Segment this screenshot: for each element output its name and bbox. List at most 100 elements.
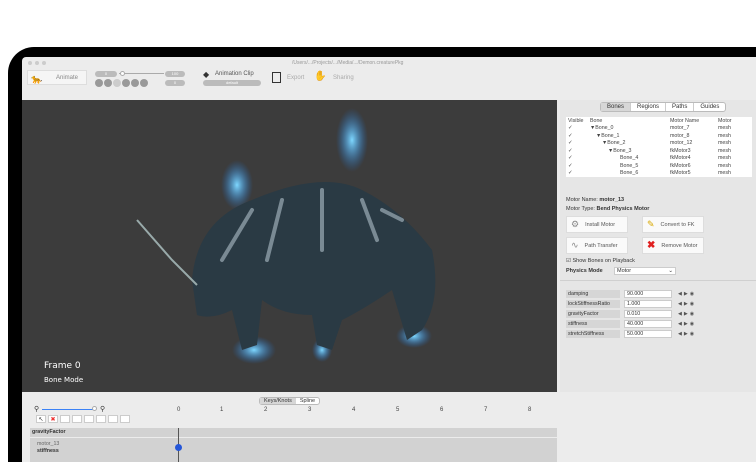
timer-icon[interactable]: [108, 415, 118, 423]
table-row[interactable]: ✓ ▼Bone_2 motor_12 mesh: [566, 140, 752, 148]
line-icon[interactable]: [96, 415, 106, 423]
copy-icon[interactable]: [60, 415, 70, 423]
label: Path Transfer: [584, 242, 618, 249]
tick-label: 8: [528, 407, 532, 413]
motor-name: motor_12: [670, 140, 693, 147]
physics-mode-select[interactable]: Motor ⌄: [614, 267, 676, 275]
bone-name: ▼Bone_1: [596, 132, 620, 139]
zoom-out-icon[interactable]: ⚲: [34, 405, 39, 413]
last-frame-button[interactable]: [131, 79, 139, 87]
select-tool-icon[interactable]: ↖: [36, 415, 46, 423]
table-row[interactable]: ✓ Bone_4 fkMotor4 mesh: [566, 155, 752, 163]
bone-name: ▼Bone_2: [602, 140, 626, 147]
tab-bones[interactable]: Bones: [601, 103, 632, 111]
visible-checkbox[interactable]: ✓: [566, 125, 588, 133]
canvas-viewport[interactable]: Frame 0 Bone Mode: [22, 100, 557, 392]
key-arrows-icon[interactable]: ◀▶◉: [678, 311, 696, 317]
tab-regions[interactable]: Regions: [631, 103, 667, 111]
col-visible[interactable]: Visible: [566, 117, 588, 125]
visible-checkbox[interactable]: ✓: [566, 147, 588, 155]
clipboard-icon[interactable]: [84, 415, 94, 423]
path-transfer-button[interactable]: ∿ Path Transfer: [566, 237, 628, 254]
motor-name: motor_8: [670, 132, 690, 139]
label: Motor Name:: [566, 197, 598, 203]
prop-value-input[interactable]: 0.010: [624, 310, 672, 318]
prop-value-input[interactable]: 40.000: [624, 320, 672, 328]
key-arrows-icon[interactable]: ◀▶◉: [678, 331, 696, 337]
window-controls[interactable]: [28, 61, 46, 65]
prev-frame-button[interactable]: [104, 79, 112, 87]
prop-row: stiffness 40.000 ◀▶◉: [566, 320, 746, 328]
prop-row: stretchStiffness 50.000 ◀▶◉: [566, 330, 746, 338]
col-motor-name[interactable]: Motor Name: [668, 117, 716, 125]
next-frame-button[interactable]: [122, 79, 130, 87]
title-bar: /Users/.../Projects/.../Media/.../Demon.…: [22, 57, 756, 69]
prop-value-input[interactable]: 50.000: [624, 330, 672, 338]
show-bones-checkbox[interactable]: ☑ Show Bones on Playback: [566, 258, 635, 264]
tab-keys-knots[interactable]: Keys/Knots: [260, 398, 296, 404]
export-button[interactable]: Export: [287, 75, 304, 81]
track-row[interactable]: motor_13 stiffness: [30, 438, 557, 462]
motor-name: motor_7: [670, 125, 690, 132]
zoom-slider-handle[interactable]: [92, 406, 97, 411]
motor-type: mesh: [718, 140, 731, 147]
bone-name: Bone_6: [620, 170, 639, 177]
timeline-tabs: Keys/Knots Spline: [259, 397, 321, 405]
keyframe-point[interactable]: [175, 444, 182, 451]
prop-value-input[interactable]: 90.000: [624, 290, 672, 298]
tab-spline[interactable]: Spline: [296, 398, 319, 404]
fit-icon[interactable]: [120, 415, 130, 423]
motor-type-row: Motor Type: Bend Physics Motor: [566, 206, 649, 212]
remove-motor-button[interactable]: ✖ Remove Motor: [642, 237, 704, 254]
visible-checkbox[interactable]: ✓: [566, 170, 588, 178]
table-row[interactable]: ✓ ▼Bone_0 motor_7 mesh: [566, 125, 752, 133]
delete-key-icon[interactable]: ✖: [48, 415, 58, 423]
value: Motor: [617, 268, 632, 274]
sharing-button[interactable]: Sharing: [333, 75, 354, 81]
table-row[interactable]: ✓ Bone_5 fkMotor6 mesh: [566, 162, 752, 170]
mode-selector[interactable]: 🐆 Animate: [27, 70, 87, 85]
visible-checkbox[interactable]: ✓: [566, 140, 588, 148]
prop-value-input[interactable]: 1.000: [624, 300, 672, 308]
tab-guides[interactable]: Guides: [694, 103, 725, 111]
clip-select[interactable]: default: [203, 80, 261, 86]
table-row[interactable]: ✓ ▼Bone_3 fkMotor3 mesh: [566, 147, 752, 155]
motor-type: mesh: [718, 170, 731, 177]
paste-icon[interactable]: [72, 415, 82, 423]
curve-icon: ∿: [571, 240, 579, 250]
tick-label: 1: [220, 407, 224, 413]
sharing-icon[interactable]: ✋: [314, 71, 326, 82]
key-arrows-icon[interactable]: ◀▶◉: [678, 301, 696, 307]
range-start[interactable]: 0: [95, 71, 117, 77]
key-arrows-icon[interactable]: ◀▶◉: [678, 321, 696, 327]
export-icon[interactable]: [272, 72, 281, 83]
slider-handle[interactable]: [120, 71, 125, 76]
visible-checkbox[interactable]: ✓: [566, 162, 588, 170]
zoom-slider[interactable]: [42, 409, 94, 410]
range-end[interactable]: 100: [165, 71, 185, 77]
convert-to-fk-button[interactable]: ✎ Convert to FK: [642, 216, 704, 233]
loop-button[interactable]: [140, 79, 148, 87]
col-motor[interactable]: Motor: [716, 117, 752, 125]
time-slider[interactable]: [119, 73, 164, 74]
tab-paths[interactable]: Paths: [666, 103, 695, 111]
motor-type: mesh: [718, 147, 731, 154]
play-button[interactable]: [113, 79, 121, 87]
frame-field[interactable]: 0: [165, 80, 185, 86]
motor-type: mesh: [718, 125, 731, 132]
visible-checkbox[interactable]: ✓: [566, 132, 588, 140]
key-arrows-icon[interactable]: ◀▶◉: [678, 291, 696, 297]
zoom-in-icon[interactable]: ⚲: [100, 405, 105, 413]
tick-label: 5: [396, 407, 400, 413]
col-bone[interactable]: Bone: [588, 117, 668, 125]
first-frame-button[interactable]: [95, 79, 103, 87]
tick-label: 3: [308, 407, 312, 413]
visible-checkbox[interactable]: ✓: [566, 155, 588, 163]
playback-controls: [95, 79, 149, 89]
table-row[interactable]: ✓ Bone_6 fkMotor5 mesh: [566, 170, 752, 178]
table-row[interactable]: ✓ ▼Bone_1 motor_8 mesh: [566, 132, 752, 140]
install-motor-button[interactable]: ⚙ Install Motor: [566, 216, 628, 233]
prop-row: lockStiffnessRatio 1.000 ◀▶◉: [566, 300, 746, 308]
prop-name: lockStiffnessRatio: [566, 300, 620, 308]
track-row[interactable]: gravityFactor: [30, 428, 557, 437]
